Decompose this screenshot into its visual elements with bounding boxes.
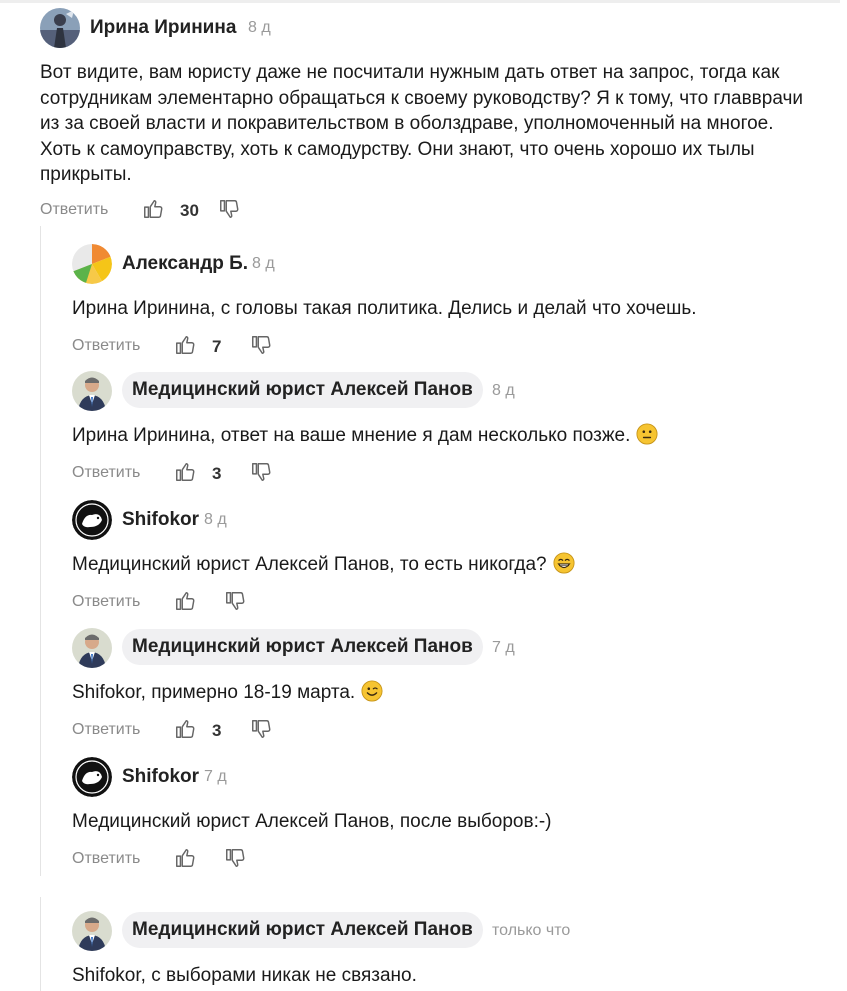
thumbs-up-icon[interactable]	[174, 718, 196, 740]
comment-header: Александр Б. 8 д	[72, 244, 847, 284]
reply-button[interactable]: Ответить	[72, 337, 140, 355]
thread-line	[40, 226, 41, 876]
thumbs-down-icon[interactable]	[218, 198, 240, 220]
comment-text: Медицинский юрист Алексей Панов, после в…	[72, 811, 552, 832]
thumbs-down-icon[interactable]	[224, 847, 246, 869]
comment-text: Медицинский юрист Алексей Панов, то есть…	[72, 552, 847, 578]
comment-text: Ирина Иринина, ответ на ваше мнение я да…	[72, 423, 847, 449]
comment-header: Медицинский юрист Алексей Панов 8 д	[72, 371, 847, 411]
comment: Медицинский юрист Алексей Панов только ч…	[72, 911, 847, 989]
comment-time: 8 д	[252, 255, 275, 272]
comment-text-content: Ирина Иринина, ответ на ваше мнение я да…	[72, 425, 631, 446]
avatar[interactable]	[72, 911, 112, 951]
avatar[interactable]	[72, 244, 112, 284]
comment-text: Shifokor, с выборами никак не связано.	[72, 965, 417, 986]
avatar-image	[72, 500, 112, 540]
author-name[interactable]: Медицинский юрист Алексей Панов	[122, 629, 483, 665]
author-name[interactable]: Медицинский юрист Алексей Панов	[122, 912, 483, 948]
like-count: 7	[212, 336, 222, 356]
avatar-image	[72, 371, 112, 411]
thumbs-up-icon[interactable]	[174, 334, 196, 356]
like-count: 3	[212, 720, 222, 740]
avatar-image	[40, 8, 80, 48]
avatar-image	[72, 628, 112, 668]
reply-button[interactable]: Ответить	[72, 721, 140, 739]
comment: Александр Б. 8 д Ирина Иринина, с головы…	[72, 244, 847, 360]
avatar[interactable]	[72, 371, 112, 411]
comment-time: 8 д	[492, 382, 515, 399]
reply-button[interactable]: Ответить	[72, 850, 140, 868]
avatar[interactable]	[72, 628, 112, 668]
comment-time: только что	[492, 922, 571, 939]
avatar-image	[72, 757, 112, 797]
comment-header: Медицинский юрист Алексей Панов 7 д	[72, 628, 847, 668]
comment-actions: Ответить 7	[72, 334, 847, 360]
thumbs-up-icon[interactable]	[174, 461, 196, 483]
thumbs-up-icon[interactable]	[142, 198, 164, 220]
avatar-image	[72, 244, 112, 284]
thumbs-down-icon[interactable]	[250, 718, 272, 740]
comment-text: Вот видите, вам юристу даже не посчитали…	[40, 62, 804, 185]
comment: Медицинский юрист Алексей Панов 8 д Ирин…	[72, 371, 847, 487]
author-name[interactable]: Shifokor	[122, 508, 199, 532]
like-count: 3	[212, 463, 222, 483]
comment-header: Ирина Иринина 8 д	[40, 8, 820, 48]
thumbs-down-icon[interactable]	[224, 590, 246, 612]
top-divider	[0, 0, 840, 3]
comment-time: 7 д	[492, 639, 515, 656]
comment-text: Shifokor, примерно 18-19 марта.	[72, 680, 847, 706]
thumbs-down-icon[interactable]	[250, 334, 272, 356]
comment-text-content: Медицинский юрист Алексей Панов, то есть…	[72, 554, 547, 575]
thread-line	[40, 897, 41, 991]
avatar[interactable]	[72, 500, 112, 540]
comment-header: Shifokor 8 д	[72, 500, 847, 540]
comment-text-content: Shifokor, примерно 18-19 марта.	[72, 682, 356, 703]
comment: Shifokor 8 д Медицинский юрист Алексей П…	[72, 500, 847, 616]
neutral-face-icon	[636, 423, 658, 445]
author-name[interactable]: Медицинский юрист Алексей Панов	[122, 372, 483, 408]
comment-header: Медицинский юрист Алексей Панов только ч…	[72, 911, 847, 951]
comment-actions: Ответить 3	[72, 718, 847, 744]
comment-actions: Ответить	[72, 590, 847, 616]
thumbs-up-icon[interactable]	[174, 590, 196, 612]
comment-time: 8 д	[204, 511, 227, 528]
grinning-face-icon	[553, 552, 575, 574]
reply-button[interactable]: Ответить	[72, 593, 140, 611]
author-name[interactable]: Shifokor	[122, 765, 199, 789]
like-count: 30	[180, 200, 199, 220]
reply-button[interactable]: Ответить	[72, 464, 140, 482]
comment-time: 7 д	[204, 768, 227, 785]
comment-actions: Ответить 30	[40, 198, 820, 224]
reply-button[interactable]: Ответить	[40, 201, 108, 219]
comment-header: Shifokor 7 д	[72, 757, 847, 797]
winking-face-icon	[361, 680, 383, 702]
thumbs-up-icon[interactable]	[174, 847, 196, 869]
thumbs-down-icon[interactable]	[250, 461, 272, 483]
avatar[interactable]	[40, 8, 80, 48]
author-name[interactable]: Ирина Иринина	[90, 16, 236, 40]
comment-time: 8 д	[248, 19, 271, 36]
avatar[interactable]	[72, 757, 112, 797]
comment-actions: Ответить 3	[72, 461, 847, 487]
comment: Shifokor 7 д Медицинский юрист Алексей П…	[72, 757, 847, 873]
comment: Ирина Иринина 8 д Вот видите, вам юристу…	[40, 8, 820, 224]
comment-text: Ирина Иринина, с головы такая политика. …	[72, 298, 697, 319]
avatar-image	[72, 911, 112, 951]
comment-actions: Ответить	[72, 847, 847, 873]
author-name[interactable]: Александр Б.	[122, 252, 248, 276]
comment: Медицинский юрист Алексей Панов 7 д Shif…	[72, 628, 847, 744]
